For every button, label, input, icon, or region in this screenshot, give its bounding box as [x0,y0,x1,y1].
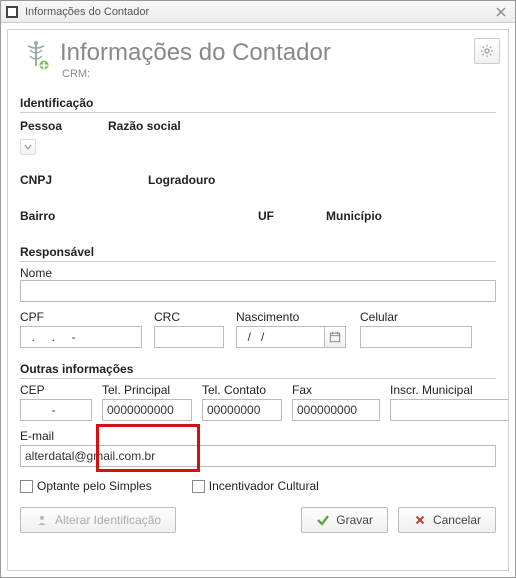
section-responsavel: Responsável [20,245,496,262]
label-crc: CRC [154,310,224,324]
section-identificacao: Identificação [20,96,496,113]
settings-button[interactable] [474,38,500,64]
label-bairro: Bairro [20,209,240,223]
fax-input[interactable] [292,399,380,421]
label-cnpj: CNPJ [20,173,130,187]
gravar-label: Gravar [336,513,373,527]
checkbox-icon [20,480,33,493]
cancelar-button[interactable]: Cancelar [398,507,496,533]
label-municipio: Município [326,209,382,223]
label-nascimento: Nascimento [236,310,348,324]
header: Informações do Contador CRM: [20,40,496,80]
gravar-button[interactable]: Gravar [301,507,388,533]
cep-input[interactable] [20,399,92,421]
tel-principal-input[interactable] [102,399,192,421]
titlebar: Informações do Contador [1,1,515,23]
email-input[interactable] [20,445,496,467]
checkbox-optante-simples[interactable]: Optante pelo Simples [20,479,152,493]
cancelar-label: Cancelar [433,513,481,527]
check-icon [316,513,330,527]
checkbox-incentivador-cultural[interactable]: Incentivador Cultural [192,479,319,493]
person-icon [35,513,49,527]
label-tel-principal: Tel. Principal [102,383,192,397]
label-celular: Celular [360,310,472,324]
label-cep: CEP [20,383,92,397]
checkbox-label-incentivador: Incentivador Cultural [209,479,319,493]
label-inscr-municipal: Inscr. Municipal [390,383,509,397]
window-title: Informações do Contador [25,6,149,18]
page-subtitle: CRM: [62,68,331,80]
label-cpf: CPF [20,310,142,324]
nome-input[interactable] [20,280,496,302]
caduceus-icon [20,40,52,72]
label-tel-contato: Tel. Contato [202,383,282,397]
close-icon[interactable] [491,4,511,20]
label-nome: Nome [20,266,496,280]
alterar-identificacao-button[interactable]: Alterar Identificação [20,507,176,533]
checkbox-label-optante: Optante pelo Simples [37,479,152,493]
section-outras: Outras informações [20,362,496,379]
alterar-label: Alterar Identificação [55,513,161,527]
cancel-icon [413,513,427,527]
cpf-input[interactable] [20,326,142,348]
celular-input[interactable] [360,326,472,348]
tel-contato-input[interactable] [202,399,282,421]
pessoa-dropdown[interactable] [20,139,36,155]
calendar-icon[interactable] [324,326,346,348]
app-icon [5,5,19,19]
label-logradouro: Logradouro [148,173,215,187]
label-pessoa: Pessoa [20,119,90,133]
label-email: E-mail [20,429,496,443]
inscr-municipal-input[interactable] [390,399,509,421]
nascimento-input[interactable] [236,326,324,348]
label-razao-social: Razão social [108,119,181,133]
label-fax: Fax [292,383,380,397]
content-panel: Informações do Contador CRM: Identificaç… [7,29,509,571]
label-uf: UF [258,209,308,223]
crc-input[interactable] [154,326,224,348]
page-title: Informações do Contador [60,40,331,66]
checkbox-icon [192,480,205,493]
dialog-window: Informações do Contador Informações [0,0,516,578]
